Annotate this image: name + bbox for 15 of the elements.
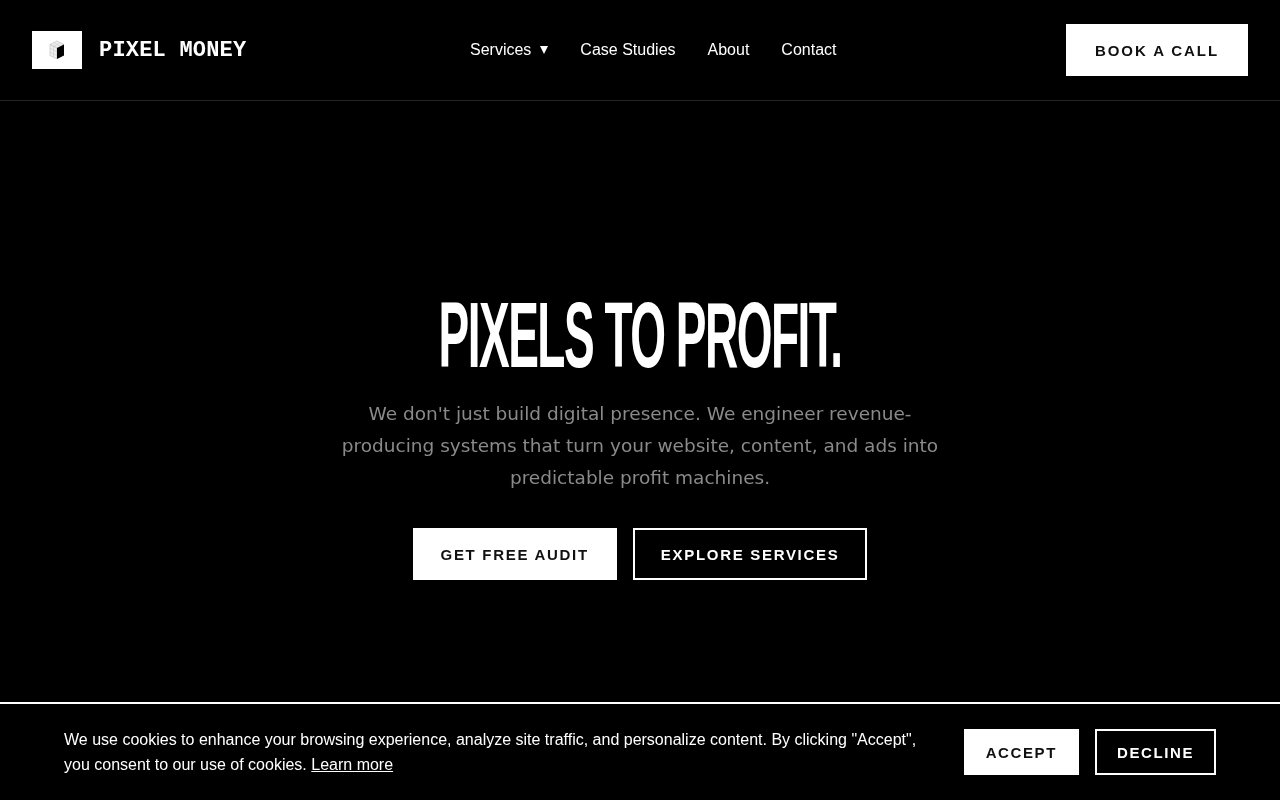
cube-icon[interactable]: [32, 31, 82, 69]
decline-button[interactable]: DECLINE: [1094, 729, 1216, 775]
book-call-button[interactable]: BOOK A CALL: [1066, 24, 1248, 76]
nav-link[interactable]: About: [707, 41, 750, 59]
brand-name[interactable]: PIXEL MONEY: [99, 37, 247, 63]
learn-more-link[interactable]: Learn more: [311, 756, 394, 773]
accept-button[interactable]: ACCEPT: [963, 729, 1079, 775]
cookie-message: We use cookies to enhance your browsing experience, analyze site traffic, and personalize content. By clicking "Accept", you consent to our use of cookies. Learn more: [64, 730, 918, 775]
nav-link[interactable]: Services: [470, 41, 549, 59]
hero-subtitle: We don't just build digital presence. We engineer revenue-producing systems that turn your website, content, and ads into predictable profit machines.: [340, 402, 940, 490]
services-button[interactable]: EXPLORE SERVICES: [632, 528, 868, 580]
nav-link[interactable]: Contact: [781, 41, 837, 59]
audit-button[interactable]: GET FREE AUDIT: [412, 528, 617, 580]
hero-headline: PIXELS TO PROFIT.: [438, 291, 842, 379]
nav-link[interactable]: Case Studies: [580, 41, 676, 59]
